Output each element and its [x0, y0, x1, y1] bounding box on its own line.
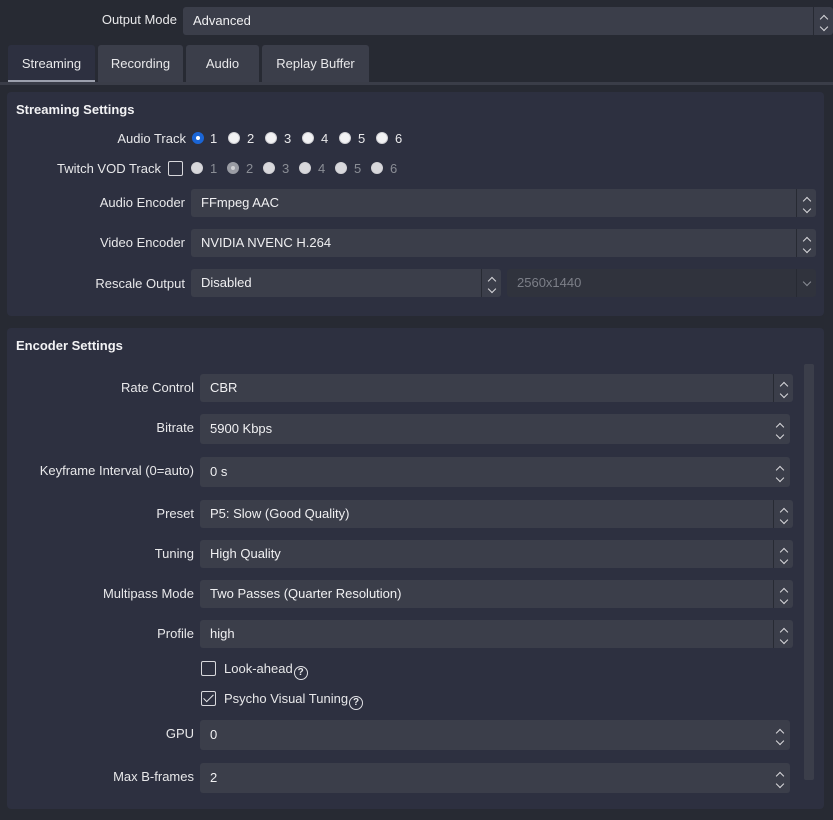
max-bframes-value: 2 [210, 770, 218, 785]
audio-track-radio-4[interactable] [302, 132, 314, 144]
profile-value: high [210, 626, 235, 641]
rate-control-value: CBR [210, 380, 238, 395]
preset-label: Preset [156, 506, 194, 521]
updown-arrows-icon [481, 269, 501, 297]
multipass-mode-value: Two Passes (Quarter Resolution) [210, 586, 402, 601]
audio-track-option-5: 5 [358, 131, 366, 146]
twitch-vod-radio-6 [371, 162, 383, 174]
audio-track-label: Audio Track [117, 131, 186, 146]
preset-value: P5: Slow (Good Quality) [210, 506, 350, 521]
updown-arrows-icon [773, 580, 793, 608]
tab-audio[interactable]: Audio [186, 45, 259, 82]
video-encoder-value: NVIDIA NVENC H.264 [201, 235, 332, 250]
help-icon[interactable]: ? [293, 666, 308, 680]
audio-track-option-2: 2 [247, 131, 255, 146]
tab-recording[interactable]: Recording [98, 45, 183, 82]
lookahead-row: Look-ahead? [224, 661, 308, 680]
video-encoder-select[interactable]: NVIDIA NVENC H.264 [191, 229, 816, 257]
twitch-vod-option-1: 1 [210, 161, 218, 176]
updown-arrows-icon [773, 374, 793, 402]
spin-arrows-icon[interactable] [770, 763, 790, 793]
audio-track-radio-2[interactable] [228, 132, 240, 144]
twitch-vod-radio-1 [191, 162, 203, 174]
updown-arrows-icon [773, 540, 793, 568]
audio-track-option-6: 6 [395, 131, 403, 146]
bitrate-spinbox[interactable]: 5900 Kbps [200, 414, 790, 444]
multipass-mode-select[interactable]: Two Passes (Quarter Resolution) [200, 580, 793, 608]
output-mode-label: Output Mode [101, 12, 177, 27]
audio-track-radio-3[interactable] [265, 132, 277, 144]
audio-track-radio-1[interactable] [192, 132, 204, 144]
psycho-visual-checkbox[interactable] [201, 691, 216, 706]
tuning-select[interactable]: High Quality [200, 540, 793, 568]
output-mode-value: Advanced [193, 13, 251, 28]
twitch-vod-option-6: 6 [390, 161, 398, 176]
video-encoder-label: Video Encoder [99, 235, 185, 250]
updown-arrows-icon [796, 229, 816, 257]
rate-control-label: Rate Control [121, 380, 194, 395]
audio-track-option-1: 1 [210, 131, 218, 146]
psycho-visual-row: Psycho Visual Tuning? [224, 691, 364, 710]
audio-track-option-3: 3 [284, 131, 292, 146]
keyframe-interval-label: Keyframe Interval (0=auto) [39, 463, 194, 478]
rescale-output-select[interactable]: Disabled [191, 269, 501, 297]
chevron-down-icon [796, 269, 816, 297]
tab-bar-divider [0, 82, 833, 85]
audio-encoder-select[interactable]: FFmpeg AAC [191, 189, 816, 217]
lookahead-label: Look-ahead [224, 661, 293, 676]
twitch-vod-radio-5 [335, 162, 347, 174]
spin-arrows-icon[interactable] [770, 457, 790, 487]
twitch-vod-option-2: 2 [246, 161, 254, 176]
lookahead-checkbox[interactable] [201, 661, 216, 676]
profile-select[interactable]: high [200, 620, 793, 648]
updown-arrows-icon [773, 500, 793, 528]
audio-encoder-value: FFmpeg AAC [201, 195, 280, 210]
tuning-value: High Quality [210, 546, 281, 561]
updown-arrows-icon [796, 189, 816, 217]
gpu-label: GPU [165, 726, 194, 741]
audio-track-radio-5[interactable] [339, 132, 351, 144]
rate-control-select[interactable]: CBR [200, 374, 793, 402]
keyframe-interval-value: 0 s [210, 464, 228, 479]
twitch-vod-radio-3 [263, 162, 275, 174]
tab-replay-buffer[interactable]: Replay Buffer [262, 45, 369, 82]
multipass-mode-label: Multipass Mode [102, 586, 194, 601]
audio-track-option-4: 4 [321, 131, 329, 146]
twitch-vod-option-4: 4 [318, 161, 326, 176]
help-icon[interactable]: ? [349, 696, 364, 710]
psycho-visual-label: Psycho Visual Tuning [224, 691, 349, 706]
twitch-vod-option-3: 3 [282, 161, 290, 176]
output-mode-select[interactable]: Advanced [183, 7, 833, 35]
keyframe-interval-spinbox[interactable]: 0 s [200, 457, 790, 487]
bitrate-label: Bitrate [156, 420, 194, 435]
max-bframes-spinbox[interactable]: 2 [200, 763, 790, 793]
tab-streaming[interactable]: Streaming [8, 45, 95, 82]
profile-label: Profile [157, 626, 194, 641]
rescale-output-value: Disabled [201, 275, 252, 290]
bitrate-value: 5900 Kbps [210, 421, 273, 436]
tuning-label: Tuning [154, 546, 194, 561]
rescale-output-label: Rescale Output [95, 276, 185, 291]
encoder-scrollbar[interactable] [804, 364, 814, 780]
twitch-vod-option-5: 5 [354, 161, 362, 176]
audio-encoder-label: Audio Encoder [99, 195, 185, 210]
gpu-spinbox[interactable]: 0 [200, 720, 790, 750]
twitch-vod-label: Twitch VOD Track [56, 161, 161, 176]
gpu-value: 0 [210, 727, 218, 742]
spin-arrows-icon[interactable] [770, 720, 790, 750]
max-bframes-label: Max B-frames [113, 769, 194, 784]
audio-track-radio-6[interactable] [376, 132, 388, 144]
rescale-resolution-select: 2560x1440 [507, 269, 816, 297]
updown-arrows-icon [813, 7, 833, 35]
streaming-settings-title: Streaming Settings [16, 102, 135, 117]
encoder-settings-title: Encoder Settings [16, 338, 123, 353]
twitch-vod-radio-4 [299, 162, 311, 174]
rescale-resolution-value: 2560x1440 [517, 275, 582, 290]
spin-arrows-icon[interactable] [770, 414, 790, 444]
updown-arrows-icon [773, 620, 793, 648]
twitch-vod-radio-2 [227, 162, 239, 174]
preset-select[interactable]: P5: Slow (Good Quality) [200, 500, 793, 528]
twitch-vod-checkbox[interactable] [168, 161, 183, 176]
